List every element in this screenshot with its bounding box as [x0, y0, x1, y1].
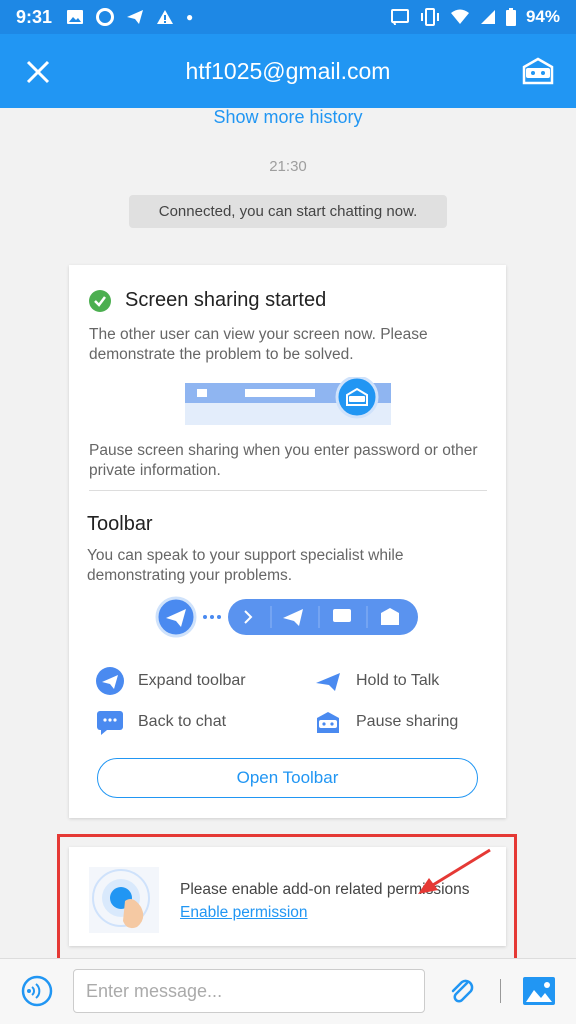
- cast-icon: [390, 9, 409, 25]
- agent-icon[interactable]: [520, 55, 556, 87]
- dot-icon: ●: [186, 10, 194, 24]
- battery-percent: 94%: [525, 7, 560, 26]
- wifi-icon: [450, 9, 469, 24]
- annotation-arrow-icon: [418, 848, 491, 894]
- screen-sharing-description: The other user can view your screen now.…: [89, 326, 428, 363]
- status-icons-right: 94%: [390, 7, 560, 27]
- show-more-history-link[interactable]: Show more history: [0, 107, 576, 128]
- attachment-icon[interactable]: [447, 975, 477, 1007]
- message-input[interactable]: [73, 969, 425, 1013]
- lifebuoy-icon: [96, 8, 115, 26]
- legend-back-to-chat: Back to chat: [96, 708, 226, 736]
- screen-sharing-title: Screen sharing started: [125, 289, 327, 311]
- toolbar-title: Toolbar: [87, 513, 153, 535]
- privacy-note: Pause screen sharing when you enter pass…: [89, 442, 478, 479]
- vibrate-icon: [420, 8, 439, 26]
- status-bar: 9:31 ● 94%: [0, 0, 576, 34]
- signal-icon: [480, 10, 495, 24]
- warning-icon: [157, 10, 174, 24]
- status-time: 9:31: [16, 6, 53, 27]
- legend-hold-to-talk: Hold to Talk: [314, 667, 439, 695]
- divider: [89, 490, 487, 491]
- agent-icon: [317, 712, 339, 733]
- chat-bubble-icon: [97, 711, 123, 735]
- paper-plane-icon: [96, 667, 124, 695]
- hold-to-talk-icon: [316, 673, 340, 691]
- message-input-bar: [0, 958, 576, 1024]
- app-bar: htf1025@gmail.com: [0, 34, 576, 108]
- toolbar-separator: [500, 979, 501, 1003]
- battery-icon: [505, 8, 516, 26]
- chat-timestamp: 21:30: [269, 158, 307, 175]
- legend-expand-toolbar: Expand toolbar: [96, 667, 246, 695]
- open-toolbar-button[interactable]: Open Toolbar: [97, 758, 478, 798]
- image-icon[interactable]: [522, 975, 556, 1007]
- close-icon[interactable]: [20, 54, 56, 90]
- check-circle-icon: [89, 289, 111, 312]
- page-title: htf1025@gmail.com: [185, 57, 391, 84]
- toolbar-illustration: [155, 596, 418, 638]
- send-icon: [127, 10, 144, 24]
- voice-input-icon[interactable]: [21, 975, 53, 1007]
- toolbar-description: You can speak to your support specialist…: [87, 547, 404, 584]
- legend-pause-sharing: Pause sharing: [314, 708, 458, 736]
- image-icon: [67, 10, 84, 24]
- screen-sharing-illustration: [185, 377, 391, 425]
- system-message: Connected, you can start chatting now.: [129, 195, 447, 228]
- screen-sharing-card: Screen sharing started The other user ca…: [69, 265, 506, 818]
- status-icons-left: ●: [66, 8, 193, 26]
- screen-sharing-heading: Screen sharing started: [89, 289, 326, 312]
